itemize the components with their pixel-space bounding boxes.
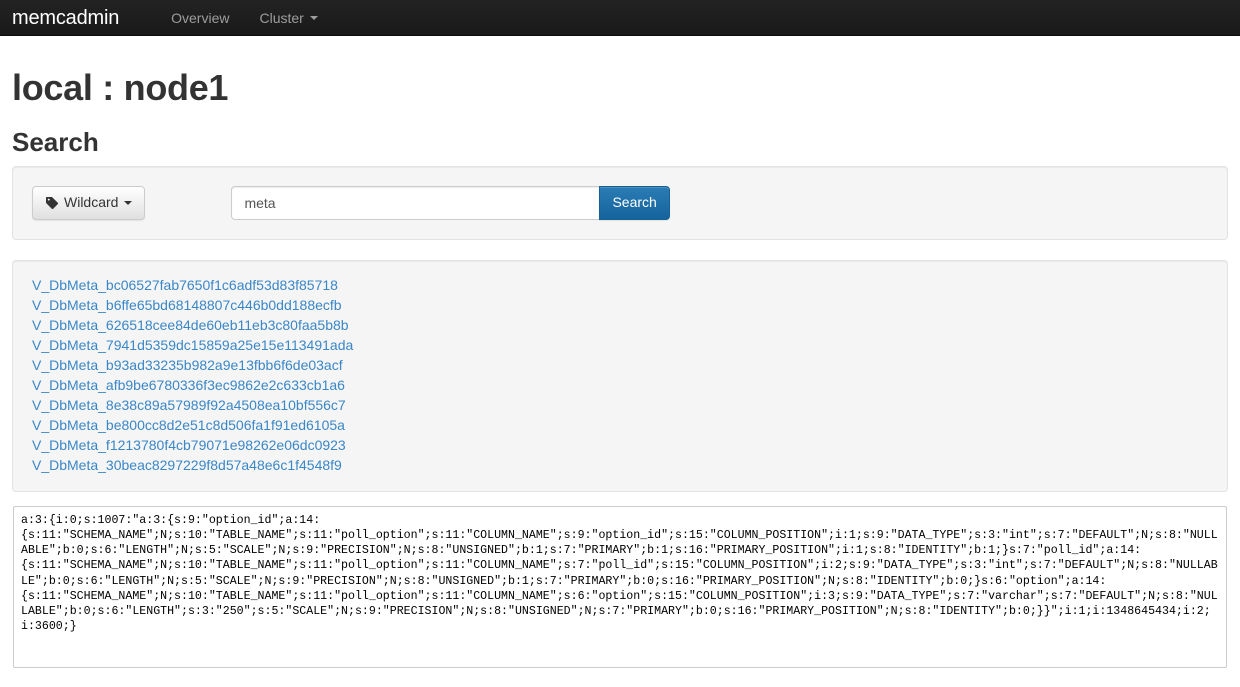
nav-item-label: Cluster <box>259 9 304 26</box>
brand-logo[interactable]: memcadmin <box>0 0 134 35</box>
search-mode-label: Wildcard <box>64 194 119 211</box>
section-title: Search <box>12 126 99 157</box>
nav-item-overview[interactable]: Overview <box>156 0 244 35</box>
chevron-down-icon <box>309 15 318 20</box>
list-item[interactable]: V_DbMeta_be800cc8d2e51c8d506fa1f91ed6105… <box>32 415 345 435</box>
list-item[interactable]: V_DbMeta_bc06527fab7650f1c6adf53d83f8571… <box>32 275 338 295</box>
search-input-group: Search <box>231 186 670 221</box>
nav-item-label: Overview <box>171 9 230 26</box>
search-input[interactable] <box>231 186 600 221</box>
page-container: local : node1 Search Wildcard Search <box>0 67 1240 669</box>
nav-item-cluster[interactable]: Cluster <box>244 0 332 35</box>
list-item[interactable]: V_DbMeta_7941d5359dc15859a25e15e113491ad… <box>32 335 353 355</box>
search-button[interactable]: Search <box>599 186 670 221</box>
search-panel: Wildcard Search <box>12 166 1228 241</box>
list-item[interactable]: V_DbMeta_b93ad33235b982a9e13fbb6f6de03ac… <box>32 355 343 375</box>
list-item[interactable]: V_DbMeta_b6ffe65bd68148807c446b0dd188ecf… <box>32 295 342 315</box>
page-title: local : node1 <box>12 67 229 108</box>
search-form: Wildcard Search <box>32 186 1208 221</box>
list-item[interactable]: V_DbMeta_f1213780f4cb79071e98262e06dc092… <box>32 435 346 455</box>
nav-links: Overview Cluster <box>156 0 333 35</box>
list-item[interactable]: V_DbMeta_afb9be6780336f3ec9862e2c633cb1a… <box>32 375 345 395</box>
tag-icon <box>45 196 59 210</box>
search-mode-dropdown[interactable]: Wildcard <box>32 186 146 221</box>
search-results-panel: V_DbMeta_bc06527fab7650f1c6adf53d83f8571… <box>12 260 1228 493</box>
chevron-down-icon <box>124 201 133 206</box>
list-item[interactable]: V_DbMeta_8e38c89a57989f92a4508ea10bf556c… <box>32 395 346 415</box>
raw-value-textarea[interactable] <box>13 506 1227 669</box>
list-item[interactable]: V_DbMeta_30beac8297229f8d57a48e6c1f4548f… <box>32 455 342 475</box>
top-navbar: memcadmin Overview Cluster <box>0 0 1240 36</box>
list-item[interactable]: V_DbMeta_626518cee84de60eb11eb3c80faa5b8… <box>32 315 349 335</box>
